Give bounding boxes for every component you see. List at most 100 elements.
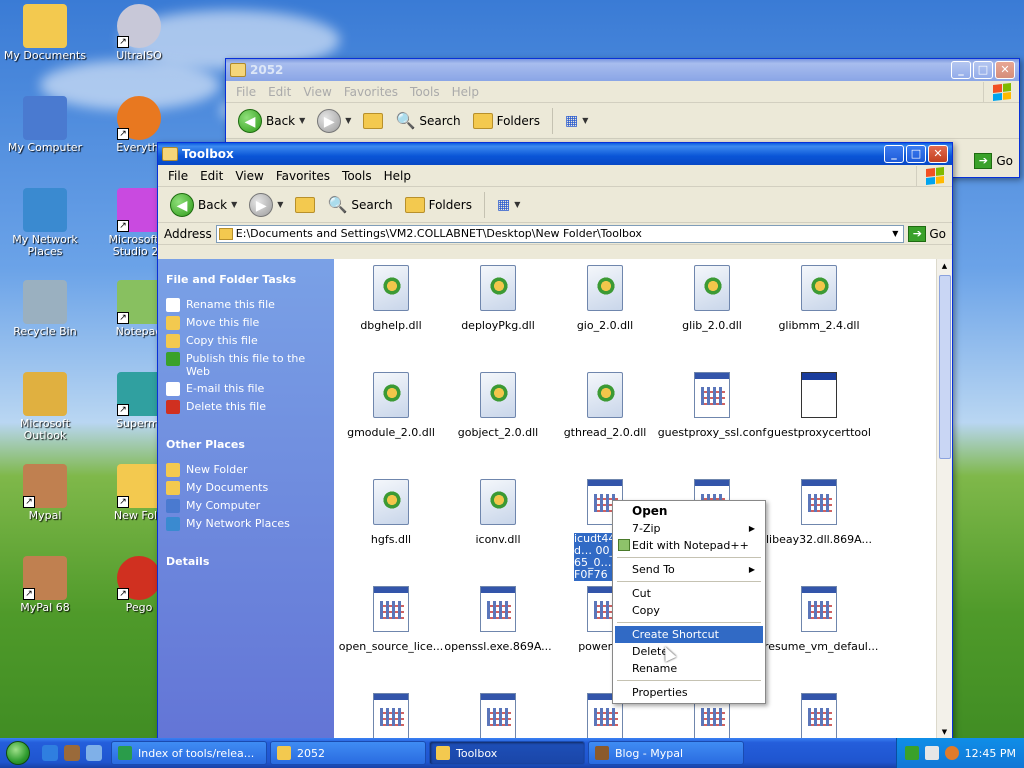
details-heading[interactable]: Details [158, 533, 334, 578]
up-button[interactable] [359, 111, 387, 131]
start-button[interactable] [0, 738, 36, 768]
tray-search-icon[interactable] [944, 746, 959, 760]
ie-icon[interactable] [42, 745, 58, 761]
file-item[interactable]: openssl.exe.869A... [443, 586, 553, 653]
menu-favorites[interactable]: Favorites [270, 169, 336, 183]
desktop-icon[interactable]: My Computer [0, 96, 90, 154]
task-link[interactable]: Move this file [158, 314, 334, 332]
taskbar-task[interactable]: Index of tools/relea... [111, 741, 267, 765]
file-item[interactable]: gthread_2.0.dll [550, 372, 660, 439]
minimize-button[interactable]: _ [951, 61, 971, 79]
network-icon[interactable] [86, 745, 102, 761]
desktop-icon[interactable]: ↗ Mypal [0, 464, 90, 522]
address-dropdown-icon[interactable]: ▼ [887, 229, 903, 238]
task-link[interactable]: Publish this file to the Web [158, 350, 334, 380]
desktop-icon[interactable]: My Documents [0, 4, 90, 62]
search-button[interactable]: 🔍 Search [391, 109, 464, 132]
task-link[interactable]: E-mail this file [158, 380, 334, 398]
menu-file[interactable]: File [230, 85, 262, 99]
views-button[interactable]: ▦ ▼ [493, 195, 524, 215]
context-menu-item[interactable]: Send To ▶ [615, 561, 763, 578]
go-button[interactable]: ➔ Go [908, 225, 952, 242]
maximize-button[interactable]: □ [973, 61, 993, 79]
folders-button[interactable]: Folders [401, 195, 476, 215]
file-item[interactable]: libeay32.dll.869A... [764, 479, 874, 546]
address-input[interactable]: E:\Documents and Settings\VM2.COLLABNET\… [215, 224, 905, 243]
menu-help[interactable]: Help [446, 85, 485, 99]
file-item[interactable]: glib_2.0.dll [657, 265, 767, 332]
views-button[interactable]: ▦ ▼ [561, 111, 592, 131]
forward-button[interactable]: ▶ ▼ [245, 191, 287, 219]
task-link[interactable]: Rename this file [158, 296, 334, 314]
vertical-scrollbar[interactable]: ▲ ▼ [936, 259, 952, 739]
file-item[interactable]: glibmm_2.4.dll [764, 265, 874, 332]
file-item[interactable]: gio_2.0.dll [550, 265, 660, 332]
desktop-icon[interactable]: My Network Places [0, 188, 90, 258]
desktop-icon[interactable]: ↗ UltraISO [94, 4, 184, 62]
clock[interactable]: 12:45 PM [965, 747, 1016, 760]
file-folder-tasks-heading[interactable]: File and Folder Tasks [158, 259, 334, 296]
back-button[interactable]: ◀ Back ▼ [234, 107, 309, 135]
mypal-icon[interactable] [64, 745, 80, 761]
context-menu-item[interactable]: Open [615, 503, 763, 520]
taskbar-task[interactable]: Blog - Mypal [588, 741, 744, 765]
context-menu-item[interactable]: Cut [615, 585, 763, 602]
taskbar-task[interactable]: Toolbox [429, 741, 585, 765]
menu-help[interactable]: Help [378, 169, 417, 183]
task-link[interactable]: Copy this file [158, 332, 334, 350]
file-item[interactable]: dbghelp.dll [336, 265, 446, 332]
tray-network-icon[interactable] [904, 746, 919, 760]
context-menu-item[interactable]: Rename [615, 660, 763, 677]
file-item[interactable]: gmodule_2.0.dll [336, 372, 446, 439]
file-item[interactable]: guestproxycerttool [764, 372, 874, 439]
file-item[interactable]: guestproxy_ssl.conf [657, 372, 767, 439]
menu-tools[interactable]: Tools [404, 85, 446, 99]
menu-view[interactable]: View [229, 169, 269, 183]
file-item[interactable]: iconv.dll [443, 479, 553, 546]
file-item[interactable]: deployPkg.dll [443, 265, 553, 332]
menu-tools[interactable]: Tools [336, 169, 378, 183]
scroll-down-icon[interactable]: ▼ [937, 725, 952, 739]
menu-edit[interactable]: Edit [262, 85, 297, 99]
file-item[interactable]: resume_vm_defaul... [764, 586, 878, 653]
forward-button[interactable]: ▶ ▼ [313, 107, 355, 135]
place-link[interactable]: My Computer [158, 497, 334, 515]
menu-view[interactable]: View [297, 85, 337, 99]
taskbar-task[interactable]: 2052 [270, 741, 426, 765]
place-link[interactable]: My Network Places [158, 515, 334, 533]
file-item[interactable]: gobject_2.0.dll [443, 372, 553, 439]
other-places-heading[interactable]: Other Places [158, 416, 334, 461]
close-button[interactable]: ✕ [995, 61, 1015, 79]
desktop-icon[interactable]: ↗ MyPal 68 [0, 556, 90, 614]
scroll-up-icon[interactable]: ▲ [937, 259, 952, 273]
back-button[interactable]: ◀ Back ▼ [166, 191, 241, 219]
titlebar-toolbox[interactable]: Toolbox _ □ ✕ [158, 143, 952, 165]
desktop-icon[interactable]: Microsoft Outlook [0, 372, 90, 442]
context-menu-item[interactable]: Create Shortcut [615, 626, 763, 643]
place-link[interactable]: New Folder [158, 461, 334, 479]
context-menu-item[interactable]: Edit with Notepad++ [615, 537, 763, 554]
context-menu-item[interactable]: 7-Zip ▶ [615, 520, 763, 537]
context-menu-item[interactable]: Properties [615, 684, 763, 701]
close-button[interactable]: ✕ [928, 145, 948, 163]
menu-edit[interactable]: Edit [194, 169, 229, 183]
up-button[interactable] [291, 195, 319, 215]
menu-file[interactable]: File [162, 169, 194, 183]
menu-favorites[interactable]: Favorites [338, 85, 404, 99]
file-item[interactable]: hgfs.dll [336, 479, 446, 546]
file-item[interactable]: open_source_lice... [336, 586, 446, 653]
search-button[interactable]: 🔍 Search [323, 193, 396, 216]
window-toolbox[interactable]: Toolbox _ □ ✕ File Edit View Favorites T… [157, 142, 953, 740]
go-button-2052[interactable]: ➔ Go [974, 153, 1013, 169]
tray-speaker-icon[interactable] [924, 746, 939, 760]
context-menu-item[interactable]: Copy [615, 602, 763, 619]
folders-button[interactable]: Folders [469, 111, 544, 131]
place-link[interactable]: My Documents [158, 479, 334, 497]
task-link[interactable]: Delete this file [158, 398, 334, 416]
scroll-thumb[interactable] [939, 275, 951, 459]
context-menu-item[interactable]: Delete [615, 643, 763, 660]
desktop-icon[interactable]: Recycle Bin [0, 280, 90, 338]
maximize-button[interactable]: □ [906, 145, 926, 163]
titlebar-2052[interactable]: 2052 _ □ ✕ [226, 59, 1019, 81]
minimize-button[interactable]: _ [884, 145, 904, 163]
